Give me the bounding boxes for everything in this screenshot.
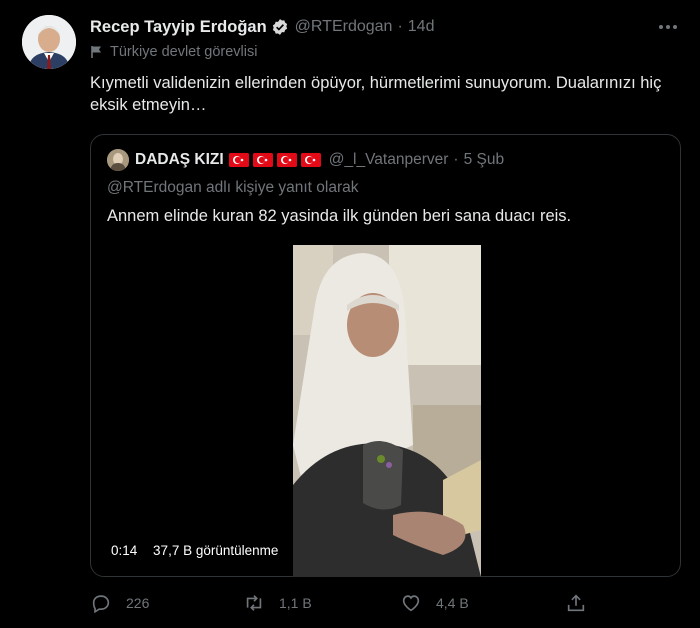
retweet-count: 1,1 B: [279, 595, 312, 611]
quoted-tweet[interactable]: DADAŞ KIZI @_l_Vatanperver · 5 Şub @RTEr…: [90, 134, 681, 577]
separator: ·: [453, 151, 459, 168]
like-icon: [402, 595, 420, 612]
quote-header: DADAŞ KIZI @_l_Vatanperver · 5 Şub: [107, 149, 504, 171]
tweet-time[interactable]: 14d: [408, 18, 435, 36]
author-name[interactable]: Recep Tayyip Erdoğan: [90, 18, 267, 37]
verified-icon: [271, 18, 289, 36]
reply-context[interactable]: @RTErdogan adlı kişiye yanıt olarak: [107, 179, 359, 197]
turkey-flag-icon: [252, 153, 273, 167]
author-handle[interactable]: @RTErdogan: [295, 18, 393, 36]
author-avatar[interactable]: [22, 15, 76, 69]
video-views: 37,7 B görüntülenme: [153, 543, 279, 558]
action-bar: 226 1,1 B 4,4 B: [90, 592, 610, 618]
video-frame: [293, 245, 481, 577]
turkey-flag-icon: [228, 153, 249, 167]
video-player[interactable]: [293, 245, 481, 577]
video-duration: 0:14: [111, 543, 138, 558]
quote-text: Annem elinde kuran 82 yasinda ilk günden…: [107, 207, 572, 225]
turkey-flag-icon: [276, 153, 297, 167]
reply-button[interactable]: 226: [90, 592, 149, 614]
tweet-header: Recep Tayyip Erdoğan @RTErdogan · 14d: [90, 16, 434, 38]
tweet[interactable]: Recep Tayyip Erdoğan @RTErdogan · 14d Tü…: [0, 0, 700, 628]
tweet-text: Kıymetli validenizin ellerinden öpüyor, …: [90, 74, 662, 114]
reply-count: 226: [126, 595, 150, 611]
video-stats: 0:14 37,7 B görüntülenme: [111, 543, 278, 558]
turkey-flag-icon: [300, 153, 321, 167]
reply-icon: [92, 595, 110, 614]
account-label-text: Türkiye devlet görevlisi: [110, 44, 258, 60]
share-button[interactable]: [565, 592, 601, 614]
quote-author-name[interactable]: DADAŞ KIZI: [135, 151, 224, 169]
like-count: 4,4 B: [436, 595, 469, 611]
quote-author-handle[interactable]: @_l_Vatanperver: [329, 151, 449, 169]
account-label[interactable]: Türkiye devlet görevlisi: [90, 44, 257, 60]
share-icon: [567, 594, 585, 612]
like-button[interactable]: 4,4 B: [400, 592, 469, 614]
quote-time[interactable]: 5 Şub: [464, 151, 505, 169]
separator: ·: [397, 18, 403, 35]
flag-label-icon: [91, 46, 101, 58]
retweet-icon: [246, 595, 262, 611]
quote-avatar: [107, 149, 129, 171]
retweet-button[interactable]: 1,1 B: [243, 592, 312, 614]
more-icon[interactable]: [658, 14, 678, 35]
